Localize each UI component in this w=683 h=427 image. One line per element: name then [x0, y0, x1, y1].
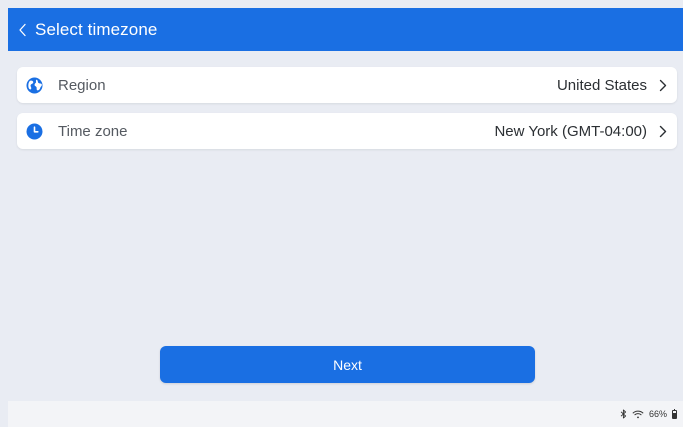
chevron-left-icon: [18, 23, 27, 37]
timezone-label: Time zone: [58, 122, 128, 140]
back-button[interactable]: [18, 23, 27, 37]
chevron-right-icon: [659, 79, 667, 92]
region-row[interactable]: Region United States: [17, 67, 677, 103]
bluetooth-icon: [620, 409, 627, 419]
region-value: United States: [556, 76, 647, 94]
status-bar: 66%: [8, 401, 683, 427]
timezone-row[interactable]: Time zone New York (GMT-04:00): [17, 113, 677, 149]
next-button[interactable]: Next: [160, 346, 535, 383]
battery-icon: [672, 408, 677, 419]
wifi-icon: [632, 410, 644, 419]
chevron-right-icon: [659, 125, 667, 138]
battery-percent: 66%: [648, 409, 667, 419]
page-title: Select timezone: [35, 19, 158, 39]
top-app-bar: Select timezone: [8, 8, 683, 51]
clock-icon: [26, 123, 43, 140]
timezone-value: New York (GMT-04:00): [494, 122, 647, 140]
globe-icon: [26, 77, 43, 94]
region-label: Region: [58, 76, 106, 94]
